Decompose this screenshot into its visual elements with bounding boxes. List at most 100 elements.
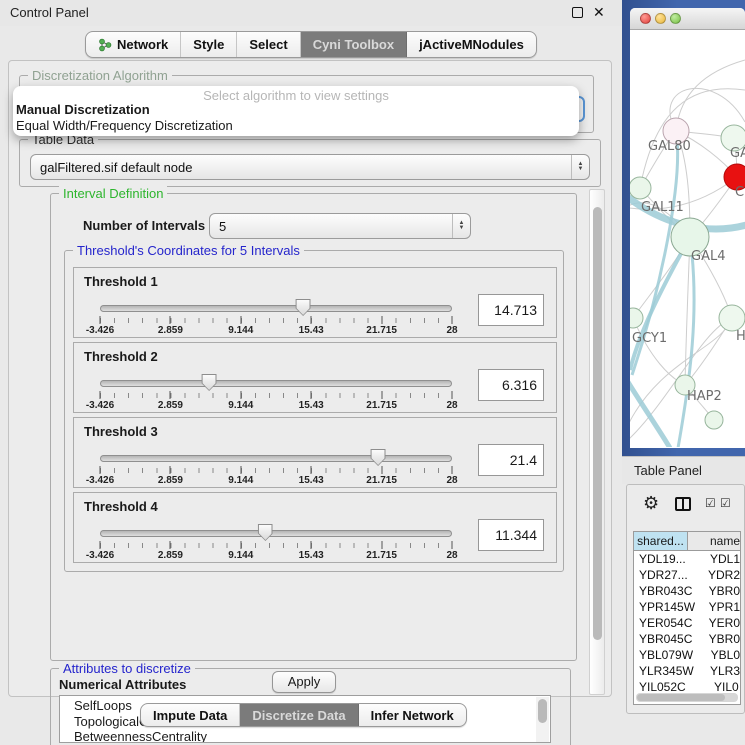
cell: YBR045C bbox=[634, 631, 701, 647]
cell: YBR043C bbox=[634, 583, 701, 599]
table-row[interactable]: YBR043CYBR0 bbox=[634, 583, 740, 599]
cell: YER0 bbox=[701, 615, 740, 631]
tab-network-label: Network bbox=[117, 37, 168, 52]
slider-scale-label: 28 bbox=[446, 475, 457, 486]
slider-track[interactable] bbox=[100, 455, 452, 462]
settings-scrollbar[interactable] bbox=[589, 189, 605, 695]
network-node[interactable] bbox=[630, 177, 651, 199]
slider-scale-label: 21.715 bbox=[366, 550, 397, 561]
slider-major-tick bbox=[452, 391, 453, 399]
slider-scale-label: 9.144 bbox=[228, 550, 253, 561]
minimize-traffic-light-icon[interactable] bbox=[655, 13, 666, 24]
cell: YBR0 bbox=[701, 631, 740, 647]
threshold-3-slider[interactable]: -3.4262.8599.14415.4321.71528 bbox=[100, 450, 452, 486]
list-scrollbar[interactable] bbox=[536, 697, 549, 743]
slider-scale-label: 15.43 bbox=[299, 550, 324, 561]
slider-track[interactable] bbox=[100, 305, 452, 312]
cell: YER054C bbox=[634, 615, 701, 631]
cell: YBL079W bbox=[634, 647, 703, 663]
threshold-3-value-field[interactable]: 21.4 bbox=[478, 444, 544, 476]
network-node[interactable] bbox=[719, 305, 745, 331]
threshold-1-slider[interactable]: -3.4262.8599.14415.4321.71528 bbox=[100, 300, 452, 336]
slider-ticks bbox=[100, 543, 452, 548]
slider-major-tick bbox=[170, 316, 171, 324]
threshold-4-slider[interactable]: -3.4262.8599.14415.4321.71528 bbox=[100, 525, 452, 561]
list-item-betweennesscentrality[interactable]: BetweennessCentrality bbox=[74, 729, 550, 743]
slider-major-tick bbox=[381, 466, 382, 474]
attributes-to-discretize-label: Attributes to discretize bbox=[59, 661, 195, 676]
close-traffic-light-icon[interactable] bbox=[640, 13, 651, 24]
dropdown-item-equal-width-frequency[interactable]: Equal Width/Frequency Discretization bbox=[13, 118, 579, 134]
network-node-label: GAL4 bbox=[691, 249, 725, 264]
slider-scale-label: -3.426 bbox=[86, 475, 114, 486]
network-node[interactable] bbox=[705, 411, 723, 429]
cell: YDL1 bbox=[702, 551, 740, 567]
threshold-2-value-field[interactable]: 6.316 bbox=[478, 369, 544, 401]
zoom-traffic-light-icon[interactable] bbox=[670, 13, 681, 24]
number-of-intervals-combobox[interactable]: 5 ▲▼ bbox=[209, 213, 471, 239]
threshold-2-slider-handle[interactable] bbox=[202, 374, 217, 391]
cell: YDL19... bbox=[634, 551, 702, 567]
table-row[interactable]: YBR045CYBR0 bbox=[634, 631, 740, 647]
table-data-combobox[interactable]: galFiltered.sif default node ▲▼ bbox=[30, 154, 590, 180]
threshold-3-label: Threshold 3 bbox=[84, 424, 158, 439]
list-scrollbar-thumb[interactable] bbox=[538, 699, 547, 723]
tab-impute-data[interactable]: Impute Data bbox=[141, 704, 240, 726]
dropdown-item-manual-discretization[interactable]: Manual Discretization bbox=[13, 102, 579, 118]
threshold-1-value-field[interactable]: 14.713 bbox=[478, 294, 544, 326]
slider-scale-label: -3.426 bbox=[86, 325, 114, 336]
table-horizontal-scrollbar-thumb[interactable] bbox=[637, 694, 725, 701]
tab-discretize-data[interactable]: Discretize Data bbox=[240, 704, 358, 726]
threshold-3-slider-handle[interactable] bbox=[371, 449, 386, 466]
table-horizontal-scrollbar[interactable] bbox=[636, 693, 738, 702]
tab-style[interactable]: Style bbox=[181, 32, 237, 57]
app-root: { "titlebar": { "title": "Control Panel"… bbox=[0, 0, 745, 745]
column-header-shared-name[interactable]: shared... bbox=[634, 532, 688, 550]
float-panel-icon[interactable] bbox=[572, 7, 583, 18]
tab-jactivemnodules[interactable]: jActiveMNodules bbox=[407, 32, 536, 57]
network-edge[interactable] bbox=[676, 60, 745, 131]
threshold-4-slider-handle[interactable] bbox=[258, 524, 273, 541]
threshold-1-slider-handle[interactable] bbox=[296, 299, 311, 316]
slider-major-tick bbox=[311, 466, 312, 474]
network-window-titlebar[interactable] bbox=[630, 8, 745, 30]
panel-title: Control Panel bbox=[10, 5, 89, 20]
table-row[interactable]: YPR145WYPR1 bbox=[634, 599, 740, 615]
threshold-2-slider[interactable]: -3.4262.8599.14415.4321.71528 bbox=[100, 375, 452, 411]
settings-scrollbar-thumb[interactable] bbox=[593, 207, 602, 640]
slider-major-tick bbox=[381, 316, 382, 324]
network-node-label: GAL11 bbox=[641, 200, 684, 215]
slider-ticks bbox=[100, 393, 452, 398]
network-node-label: GCY1 bbox=[632, 331, 667, 346]
table-data-group: Table Data galFiltered.sif default node … bbox=[19, 139, 601, 187]
gear-icon[interactable]: ⚙ bbox=[643, 493, 659, 514]
tab-infer-network[interactable]: Infer Network bbox=[359, 704, 466, 726]
tab-cyni-toolbox-label: Cyni Toolbox bbox=[313, 37, 394, 52]
network-node-label: HAP2 bbox=[687, 389, 722, 404]
slider-scale-label: 28 bbox=[446, 550, 457, 561]
slider-track[interactable] bbox=[100, 380, 452, 387]
cell: YLR345W bbox=[634, 663, 702, 679]
column-header-name[interactable]: name bbox=[688, 532, 740, 550]
table-row[interactable]: YDR27...YDR2 bbox=[634, 567, 740, 583]
tab-network[interactable]: Network bbox=[86, 32, 181, 57]
slider-scale-label: 28 bbox=[446, 400, 457, 411]
tab-cyni-toolbox[interactable]: Cyni Toolbox bbox=[301, 32, 407, 57]
network-node[interactable] bbox=[630, 308, 643, 328]
threshold-4-value-field[interactable]: 11.344 bbox=[478, 519, 544, 551]
apply-button[interactable]: Apply bbox=[272, 671, 336, 693]
columns-icon[interactable] bbox=[675, 497, 691, 511]
slider-track[interactable] bbox=[100, 530, 452, 537]
slider-scale-label: -3.426 bbox=[86, 400, 114, 411]
table-row[interactable]: YDL19...YDL1 bbox=[634, 551, 740, 567]
network-canvas[interactable]: GAL80GACGAL11GAL4GCY1HHAP2 bbox=[630, 30, 745, 447]
table-row[interactable]: YLR345WYLR3 bbox=[634, 663, 740, 679]
table-row[interactable]: YBL079WYBL0 bbox=[634, 647, 740, 663]
checkbox-icon[interactable]: ☑ bbox=[705, 496, 716, 510]
slider-major-tick bbox=[311, 391, 312, 399]
table-header-row: shared... name bbox=[634, 532, 740, 551]
checkbox-icon[interactable]: ☑ bbox=[720, 496, 731, 510]
tab-select[interactable]: Select bbox=[237, 32, 300, 57]
table-row[interactable]: YER054CYER0 bbox=[634, 615, 740, 631]
close-icon[interactable]: ✕ bbox=[593, 4, 605, 21]
